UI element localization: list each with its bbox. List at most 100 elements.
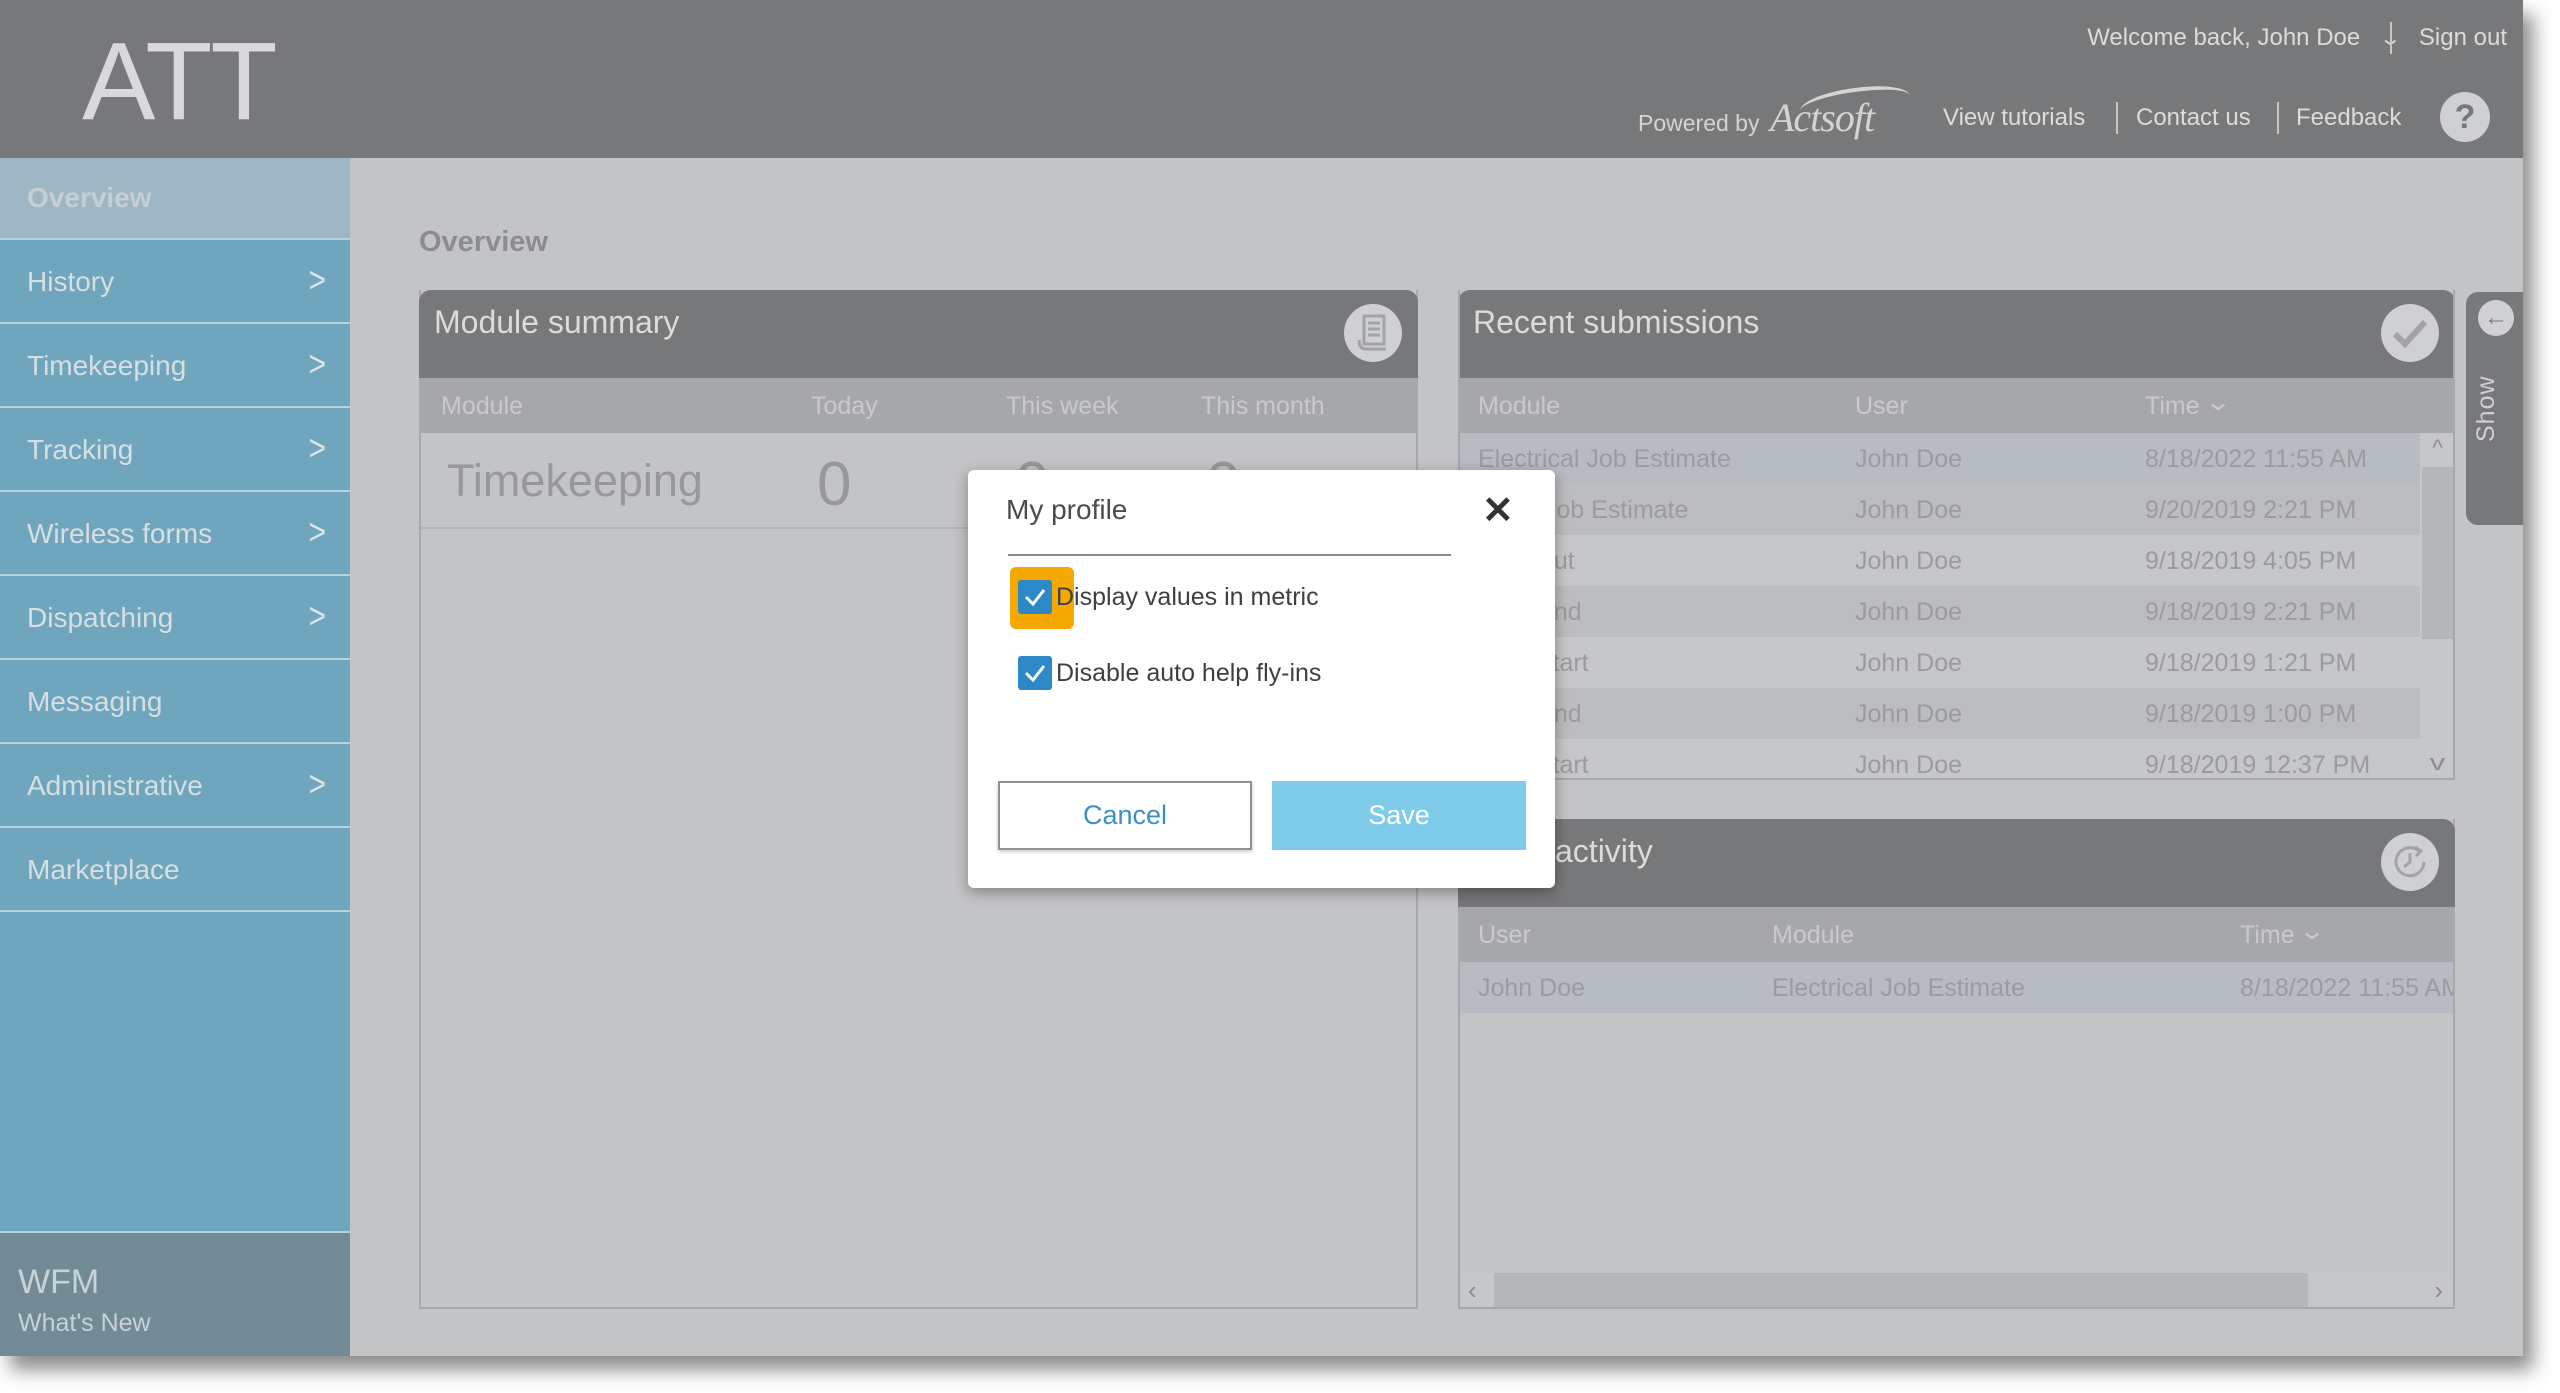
scroll-right-icon[interactable]: › — [2434, 1275, 2443, 1306]
checkbox-label[interactable]: Display values in metric — [1056, 583, 1319, 612]
help-flyins-checkbox[interactable] — [1018, 656, 1052, 690]
column-header[interactable]: Module — [1772, 921, 1854, 950]
checkbox-label[interactable]: Disable auto help fly-ins — [1056, 659, 1321, 688]
user-cell: John Doe — [1855, 649, 1963, 677]
time-cell: 8/18/2022 11:55 AM — [2145, 445, 2367, 473]
page-title: Overview — [419, 226, 548, 258]
horizontal-scrollbar[interactable]: ‹ › — [1460, 1273, 2453, 1307]
sidebar-item-label: Administrative — [27, 770, 203, 801]
module-name: Timekeeping — [447, 455, 703, 506]
column-header[interactable]: This week — [1006, 392, 1119, 421]
user-cell: John Doe — [1478, 974, 1586, 1002]
feedback-link[interactable]: Feedback — [2296, 104, 2401, 132]
chevron-right-icon: > — [308, 512, 326, 553]
panel-header: Recent submissions — [1460, 290, 2453, 378]
sidebar-item-wireless-forms[interactable]: Wireless forms > — [0, 494, 350, 576]
table-row[interactable]: end John Doe 9/18/2019 1:00 PM — [1460, 688, 2420, 739]
close-icon[interactable]: ✕ — [1482, 488, 1514, 533]
time-cell: 9/18/2019 1:21 PM — [2145, 649, 2357, 677]
table-row[interactable]: end John Doe 9/18/2019 2:21 PM — [1460, 586, 2420, 637]
column-header[interactable]: User — [1855, 392, 1908, 421]
chevron-right-icon: > — [308, 596, 326, 637]
column-header[interactable]: Today — [811, 392, 878, 421]
top-header: ATT Welcome back, John Doe ⌄ Sign out Po… — [0, 0, 2523, 158]
table-row[interactable]: John Doe Electrical Job Estimate 8/18/20… — [1460, 962, 2453, 1013]
sort-desc-icon[interactable]: ⌄ — [2298, 917, 2326, 946]
user-cell: John Doe — [1855, 751, 1963, 778]
user-cell: John Doe — [1855, 598, 1963, 626]
arrow-left-icon: ← — [2478, 300, 2514, 336]
checkmark-icon — [1024, 665, 1046, 683]
scroll-down-icon[interactable]: v — [2413, 750, 2453, 776]
sidebar-item-label: Dispatching — [27, 602, 174, 633]
chevron-right-icon: > — [308, 764, 326, 805]
sign-out-link[interactable]: Sign out — [2419, 24, 2507, 52]
divider — [2116, 102, 2118, 134]
column-header[interactable]: User — [1478, 921, 1531, 950]
submissions-list: Electrical Job Estimate John Doe 8/18/20… — [1460, 433, 2420, 778]
sidebar-item-label: Wireless forms — [27, 518, 213, 549]
metric-option[interactable]: Display values in metric — [1018, 580, 1319, 614]
sidebar-item-tracking[interactable]: Tracking > — [0, 410, 350, 492]
column-header[interactable]: This month — [1201, 392, 1325, 421]
divider — [2277, 102, 2279, 134]
whats-new-panel[interactable]: WFM What's New — [0, 1231, 350, 1356]
user-cell: John Doe — [1855, 496, 1963, 524]
panel-title: activity — [1555, 833, 1653, 869]
divider — [1008, 554, 1451, 556]
column-header[interactable]: Module — [441, 392, 523, 421]
sidebar-item-marketplace[interactable]: Marketplace — [0, 830, 350, 912]
scrollbar-thumb[interactable] — [1494, 1273, 2308, 1307]
clock-refresh-icon — [2381, 833, 2439, 891]
view-tutorials-link[interactable]: View tutorials — [1943, 104, 2085, 132]
column-header[interactable]: Time — [2240, 921, 2295, 950]
show-label: Show — [2472, 375, 2500, 442]
scroll-left-icon[interactable]: ‹ — [1468, 1275, 1477, 1306]
panel-title: Module summary — [434, 304, 680, 340]
sidebar-item-label: Messaging — [27, 686, 163, 717]
chevron-right-icon: > — [308, 260, 326, 301]
chevron-right-icon: > — [308, 428, 326, 469]
sort-desc-icon[interactable]: ⌄ — [2204, 388, 2232, 417]
table-row[interactable]: out John Doe 9/18/2019 4:05 PM — [1460, 535, 2420, 586]
column-header[interactable]: Module — [1478, 392, 1560, 421]
contact-us-link[interactable]: Contact us — [2136, 104, 2251, 132]
sidebar-item-timekeeping[interactable]: Timekeeping > — [0, 326, 350, 408]
checkmark-icon — [2381, 304, 2439, 362]
user-cell: John Doe — [1855, 547, 1963, 575]
cancel-button[interactable]: Cancel — [998, 781, 1252, 850]
help-icon[interactable]: ? — [2440, 92, 2490, 142]
user-cell: John Doe — [1855, 700, 1963, 728]
chevron-right-icon: > — [308, 344, 326, 385]
table-row[interactable]: start John Doe 9/18/2019 12:37 PM — [1460, 739, 2420, 778]
sidebar-item-history[interactable]: History > — [0, 242, 350, 324]
panel-header: activity — [1458, 819, 2455, 907]
sidebar-item-label: Overview — [27, 182, 152, 213]
table-header: Module Today This week This month — [421, 378, 1416, 433]
recent-submissions-panel: Recent submissions Module User Time ⌄ El… — [1458, 290, 2455, 780]
my-profile-dialog: My profile ✕ Display values in metric Di… — [968, 470, 1555, 888]
table-row[interactable]: start John Doe 9/18/2019 1:21 PM — [1460, 637, 2420, 688]
show-panel-tab[interactable]: ← Show — [2466, 292, 2523, 525]
time-cell: 9/18/2019 1:00 PM — [2145, 700, 2357, 728]
column-header[interactable]: Time — [2145, 392, 2200, 421]
brand-logo: ATT — [82, 20, 278, 143]
sidebar-item-overview[interactable]: Overview — [0, 158, 350, 240]
sidebar-item-label: Marketplace — [27, 854, 180, 885]
sidebar-item-administrative[interactable]: Administrative > — [0, 746, 350, 828]
scrollbar-thumb[interactable] — [2422, 467, 2453, 639]
table-row[interactable]: Electrical Job Estimate John Doe 8/18/20… — [1460, 433, 2420, 484]
scroll-up-icon[interactable]: ^ — [2420, 435, 2453, 461]
welcome-text: Welcome back, John Doe — [2087, 24, 2361, 51]
sidebar-item-messaging[interactable]: Messaging — [0, 662, 350, 744]
metric-checkbox[interactable] — [1018, 580, 1052, 614]
user-menu[interactable]: Welcome back, John Doe ⌄ — [2087, 24, 2402, 52]
vertical-scrollbar[interactable]: ^ v — [2420, 433, 2453, 778]
sidebar-item-dispatching[interactable]: Dispatching > — [0, 578, 350, 660]
table-row[interactable]: cal Job Estimate John Doe 9/20/2019 2:21… — [1460, 484, 2420, 535]
powered-by-label: Powered by — [1638, 110, 1760, 136]
help-flyins-option[interactable]: Disable auto help fly-ins — [1018, 656, 1321, 690]
whats-new-link[interactable]: What's New — [18, 1309, 151, 1338]
dialog-title: My profile — [1006, 494, 1128, 525]
save-button[interactable]: Save — [1272, 781, 1526, 850]
